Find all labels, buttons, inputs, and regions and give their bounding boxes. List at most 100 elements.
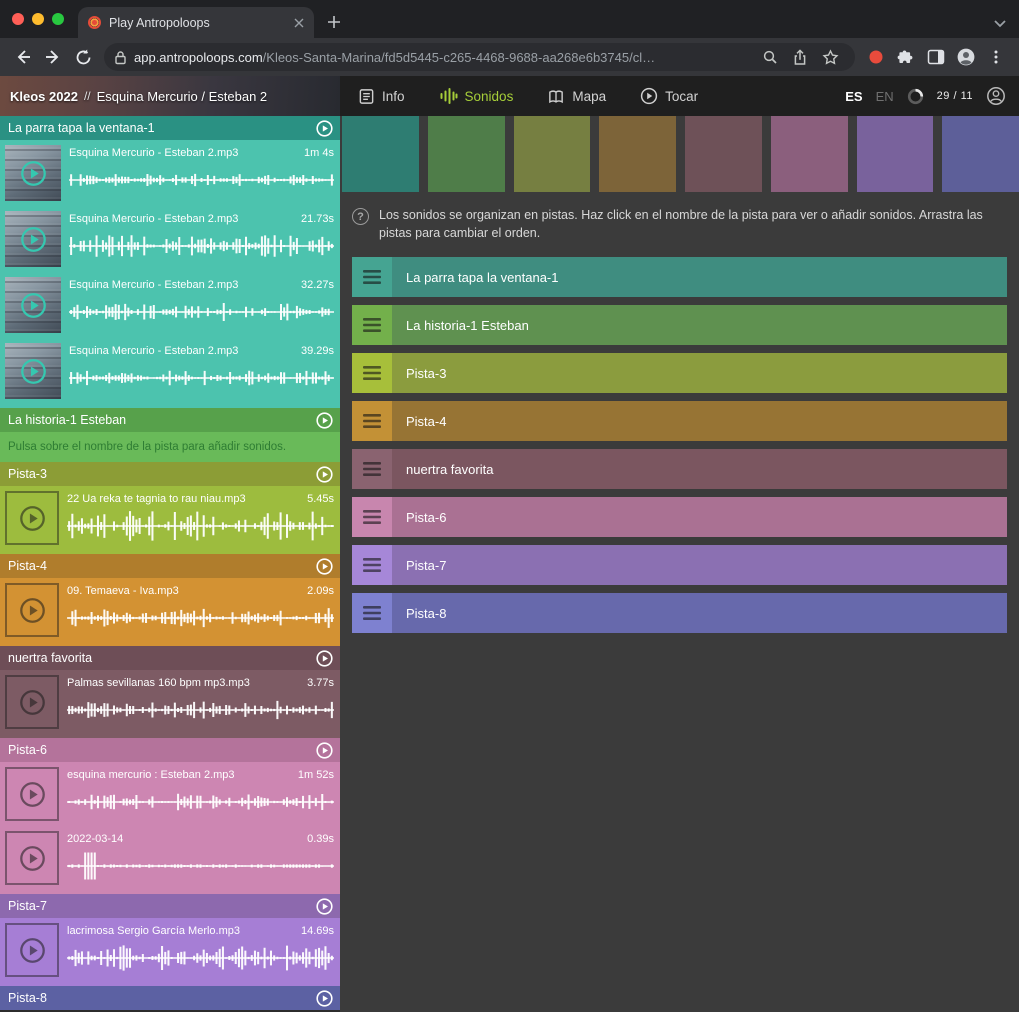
sound-filename: esquina mercurio : Esteban 2.mp3 — [67, 768, 235, 782]
track-row-5[interactable]: nuertra favorita — [352, 449, 1007, 489]
drag-handle-icon[interactable] — [352, 353, 392, 393]
project-name: Kleos 2022 — [10, 89, 78, 104]
drag-handle-icon[interactable] — [352, 593, 392, 633]
track-play-icon[interactable] — [316, 742, 333, 759]
sound-play-button[interactable] — [5, 923, 59, 977]
track-row-3[interactable]: Pista-3 — [352, 353, 1007, 393]
track-play-icon[interactable] — [316, 650, 333, 667]
sound-item[interactable]: 09. Temaeva - Iva.mp32.09s — [0, 578, 340, 642]
nav-tab-mapa[interactable]: Mapa — [547, 88, 606, 105]
profile-avatar-icon[interactable] — [951, 43, 981, 71]
sidebar-track-header[interactable]: Pista-6 — [0, 738, 340, 762]
track-row-2[interactable]: La historia-1 Esteban — [352, 305, 1007, 345]
sound-play-button[interactable] — [5, 767, 59, 821]
address-bar[interactable]: app.antropoloops.com/Kleos-Santa-Marina/… — [104, 43, 855, 71]
track-play-icon[interactable] — [316, 898, 333, 915]
sidebar-track-header[interactable]: La historia-1 Esteban — [0, 408, 340, 432]
track-play-icon[interactable] — [316, 120, 333, 137]
sidebar-track-header[interactable]: La parra tapa la ventana-1 — [0, 116, 340, 140]
reload-icon[interactable] — [68, 42, 98, 72]
sidebar-track-5: nuertra favoritaPalmas sevillanas 160 bp… — [0, 646, 340, 738]
lang-es-button[interactable]: ES — [845, 89, 862, 104]
sound-play-button[interactable] — [5, 145, 61, 201]
play-icon — [19, 781, 46, 808]
minimize-window-button[interactable] — [32, 13, 44, 25]
sound-item[interactable]: esquina mercurio : Esteban 2.mp31m 52s — [0, 762, 340, 826]
play-icon — [19, 505, 46, 532]
sidebar-track-2: La historia-1 EstebanPulsa sobre el nomb… — [0, 408, 340, 462]
track-play-icon[interactable] — [316, 412, 333, 429]
tab-close-icon[interactable] — [294, 18, 304, 28]
track-swatch-4 — [599, 116, 676, 192]
nav-tab-info[interactable]: Info — [358, 88, 405, 105]
nav-tab-label: Sonidos — [465, 89, 514, 104]
back-icon[interactable] — [8, 42, 38, 72]
browser-menu-kebab-icon[interactable] — [981, 43, 1011, 71]
extensions-puzzle-icon[interactable] — [891, 43, 921, 71]
sound-item[interactable]: 22 Ua reka te tagnia to rau niau.mp35.45… — [0, 486, 340, 550]
sidebar-track-header[interactable]: Pista-4 — [0, 554, 340, 578]
drag-handle-icon[interactable] — [352, 257, 392, 297]
sound-play-button[interactable] — [5, 491, 59, 545]
sound-item[interactable]: Esquina Mercurio - Esteban 2.mp321.73s — [0, 206, 340, 272]
side-panel-icon[interactable] — [921, 43, 951, 71]
hint-row: ? Los sonidos se organizan en pistas. Ha… — [352, 206, 1005, 242]
sound-duration: 32.27s — [301, 278, 334, 292]
sound-item[interactable]: Esquina Mercurio - Esteban 2.mp31m 4s — [0, 140, 340, 206]
sound-filename: 09. Temaeva - Iva.mp3 — [67, 584, 179, 598]
drag-handle-icon[interactable] — [352, 545, 392, 585]
lock-icon[interactable] — [114, 50, 127, 65]
track-row-label: La parra tapa la ventana-1 — [392, 257, 1007, 297]
bookmark-star-icon[interactable] — [815, 43, 845, 71]
new-tab-button[interactable] — [320, 8, 348, 36]
track-row-4[interactable]: Pista-4 — [352, 401, 1007, 441]
track-row-8[interactable]: Pista-8 — [352, 593, 1007, 633]
waveform — [69, 162, 334, 198]
track-play-icon[interactable] — [316, 466, 333, 483]
drag-handle-icon[interactable] — [352, 497, 392, 537]
drag-handle-icon[interactable] — [352, 449, 392, 489]
recording-extension-icon[interactable] — [861, 43, 891, 71]
account-icon[interactable] — [986, 86, 1006, 106]
tracks-sidebar: La parra tapa la ventana-1Esquina Mercur… — [0, 116, 340, 1012]
sidebar-track-3: Pista-322 Ua reka te tagnia to rau niau.… — [0, 462, 340, 554]
track-play-icon[interactable] — [316, 558, 333, 575]
lang-en-button[interactable]: EN — [876, 89, 894, 104]
drag-handle-icon[interactable] — [352, 305, 392, 345]
close-window-button[interactable] — [12, 13, 24, 25]
sound-item[interactable]: 2022-03-140.39s — [0, 826, 340, 890]
sidebar-track-header[interactable]: Pista-3 — [0, 462, 340, 486]
sound-play-button[interactable] — [5, 831, 59, 885]
sound-item[interactable]: Esquina Mercurio - Esteban 2.mp332.27s — [0, 272, 340, 338]
sound-item[interactable]: lacrimosa Sergio García Merlo.mp314.69s — [0, 918, 340, 982]
zoom-window-button[interactable] — [52, 13, 64, 25]
waveform — [67, 940, 334, 976]
sidebar-track-header[interactable]: Pista-7 — [0, 894, 340, 918]
sound-play-button[interactable] — [5, 675, 59, 729]
track-row-1[interactable]: La parra tapa la ventana-1 — [352, 257, 1007, 297]
track-row-7[interactable]: Pista-7 — [352, 545, 1007, 585]
sound-play-button[interactable] — [5, 211, 61, 267]
sidebar-track-header[interactable]: nuertra favorita — [0, 646, 340, 670]
nav-tab-sonidos[interactable]: Sonidos — [439, 87, 514, 105]
sound-play-button[interactable] — [5, 583, 59, 637]
forward-icon[interactable] — [38, 42, 68, 72]
tab-title: Play Antropoloops — [109, 16, 286, 30]
track-row-6[interactable]: Pista-6 — [352, 497, 1007, 537]
map-book-icon — [547, 88, 565, 105]
breadcrumb[interactable]: Kleos 2022 // Esquina Mercurio / Esteban… — [0, 76, 340, 116]
zoom-icon[interactable] — [755, 43, 785, 71]
browser-tab[interactable]: Play Antropoloops — [78, 7, 314, 38]
track-play-icon[interactable] — [316, 990, 333, 1007]
tab-search-chevron-icon[interactable] — [993, 19, 1007, 29]
sound-play-button[interactable] — [5, 277, 61, 333]
sound-play-button[interactable] — [5, 343, 61, 399]
share-icon[interactable] — [785, 43, 815, 71]
hamburger-icon — [363, 558, 381, 572]
nav-tab-tocar[interactable]: Tocar — [640, 87, 698, 105]
drag-handle-icon[interactable] — [352, 401, 392, 441]
sound-item[interactable]: Esquina Mercurio - Esteban 2.mp339.29s — [0, 338, 340, 404]
tab-favicon-icon — [88, 16, 101, 29]
sound-item[interactable]: Palmas sevillanas 160 bpm mp3.mp33.77s — [0, 670, 340, 734]
sidebar-track-header[interactable]: Pista-8 — [0, 986, 340, 1010]
